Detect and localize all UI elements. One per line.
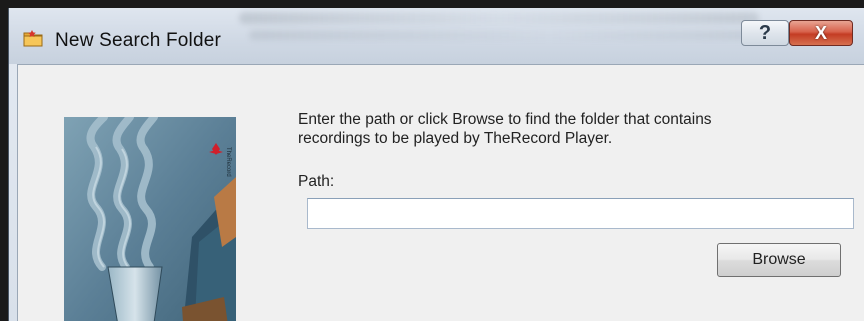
artwork-image: TheRecord (64, 117, 236, 321)
path-input[interactable] (307, 198, 854, 229)
title-bar[interactable]: New Search Folder ? X (9, 8, 864, 64)
dialog-title: New Search Folder (55, 30, 222, 51)
dialog-body: TheRecord Enter the path or click Browse… (17, 64, 864, 321)
dialog-window: New Search Folder ? X TheRecord Enter th… (8, 8, 864, 321)
close-button[interactable]: X (789, 20, 853, 46)
folder-icon (23, 29, 43, 47)
path-label: Path: (298, 173, 335, 190)
help-button[interactable]: ? (741, 20, 789, 46)
browse-button[interactable]: Browse (717, 243, 841, 277)
background-blur (239, 12, 759, 24)
instructions-text: Enter the path or click Browse to find t… (298, 111, 712, 147)
svg-text:TheRecord: TheRecord (225, 147, 231, 177)
